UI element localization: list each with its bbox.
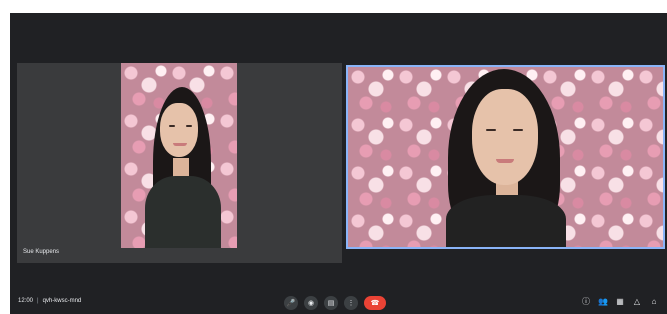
people-button[interactable]: 👥 — [598, 297, 608, 306]
meeting-info: 12:00 | qvh-kwsc-mnd — [18, 298, 82, 304]
meeting-code: qvh-kwsc-mnd — [42, 298, 82, 304]
camera-button[interactable]: ◉ — [304, 296, 318, 310]
activities-button[interactable]: △ — [632, 297, 642, 306]
people-icon: 👥 — [598, 297, 608, 306]
participant-figure — [121, 63, 237, 248]
more-options-button[interactable]: ⋮ — [344, 296, 358, 310]
lock-icon: ⌂ — [651, 297, 657, 306]
chat-icon: ▦ — [616, 297, 624, 306]
mic-button[interactable]: 🎤 — [284, 296, 298, 310]
participant-figure — [348, 67, 663, 247]
participant-video — [348, 67, 663, 247]
participant-tile-active[interactable] — [346, 65, 665, 249]
side-tools: ⓘ 👥 ▦ △ ⌂ — [581, 296, 659, 307]
participant-video — [121, 63, 237, 248]
info-button[interactable]: ⓘ — [581, 296, 591, 307]
captions-icon: ▤ — [327, 300, 335, 307]
bottom-toolbar: 12:00 | qvh-kwsc-mnd 🎤 ◉ ▤ ⋮ ☎ ⓘ 👥 ▦ △ ⌂ — [10, 290, 667, 314]
captions-button[interactable]: ▤ — [324, 296, 338, 310]
meeting-window: Sue Kuppens 12:00 | qvh-kwsc-mnd 🎤 ◉ ▤ ⋮… — [10, 13, 667, 314]
call-controls: 🎤 ◉ ▤ ⋮ ☎ — [284, 295, 386, 311]
lock-button[interactable]: ⌂ — [649, 297, 659, 306]
meeting-time: 12:00 — [18, 298, 34, 304]
more-icon: ⋮ — [347, 300, 355, 307]
mic-icon: 🎤 — [286, 300, 296, 307]
participant-name-label: Sue Kuppens — [23, 249, 60, 255]
end-call-button[interactable]: ☎ — [364, 296, 386, 310]
end-call-icon: ☎ — [370, 300, 380, 307]
info-icon: ⓘ — [582, 297, 590, 306]
participant-tile[interactable]: Sue Kuppens — [17, 63, 342, 263]
camera-icon: ◉ — [307, 300, 315, 307]
chat-button[interactable]: ▦ — [615, 297, 625, 306]
activities-icon: △ — [633, 297, 641, 306]
